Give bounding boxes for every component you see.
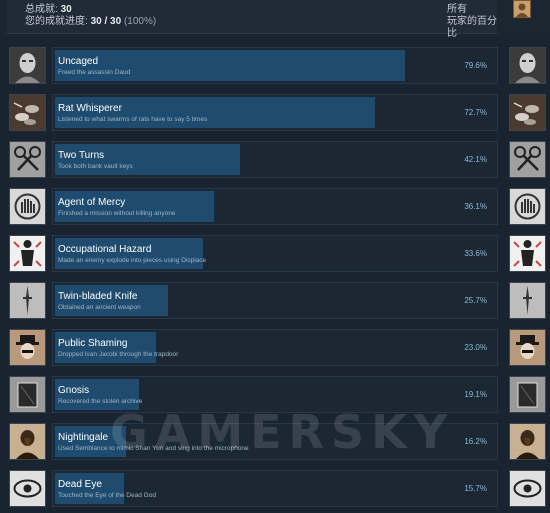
archive-book-icon — [9, 376, 46, 413]
achievement-panel: Dead Eye Touched the Eye of the Dead God 1… — [52, 470, 498, 507]
achievement-panel: Occupational Hazard Made an enemy explode… — [52, 235, 498, 272]
achievement-global-percent: 36.1% — [464, 202, 487, 211]
knife-icon — [509, 282, 546, 319]
total-achievements-line: 总成就: 30 — [25, 4, 156, 16]
exploding-man-icon — [9, 235, 46, 272]
rats-icon — [509, 94, 546, 131]
achievement-row[interactable]: Dead Eye Touched the Eye of the Dead God 1… — [0, 470, 550, 513]
achievement-title: Gnosis — [58, 385, 90, 396]
achievement-panel: Two Turns Took both bank vault keys 42.1% — [52, 141, 498, 178]
achievement-title: Occupational Hazard — [58, 244, 152, 255]
achievement-row[interactable]: Occupational Hazard Made an enemy explode… — [0, 235, 550, 278]
summary-header: 总成就: 30 您的成就进度: 30 / 30 (100%) 所有 玩家的百分比 — [0, 0, 550, 39]
achievement-row[interactable]: Uncaged Freed the assassin Daud 79.6% — [0, 47, 550, 90]
achievement-row[interactable]: Agent of Mercy Finished a mission without… — [0, 188, 550, 231]
achievement-description: Finished a mission without killing anyon… — [58, 210, 176, 217]
achievement-description: Dropped Ivan Jacobi through the trapdoor — [58, 351, 179, 358]
global-header-line1: 所有 — [447, 4, 467, 15]
achievement-global-percent: 19.1% — [464, 390, 487, 399]
singer-icon — [9, 423, 46, 460]
daud-face-icon — [9, 47, 46, 84]
achievement-panel: Agent of Mercy Finished a mission without… — [52, 188, 498, 225]
singer-icon — [509, 423, 546, 460]
progress-value: 30 / 30 — [90, 16, 122, 27]
mercy-hand-icon — [9, 188, 46, 225]
achievement-title: Rat Whisperer — [58, 103, 122, 114]
achievement-row[interactable]: Rat Whisperer Listened to what swarms of … — [0, 94, 550, 137]
keys-icon — [509, 141, 546, 178]
achievement-title: Agent of Mercy — [58, 197, 126, 208]
total-label: 总成就: — [25, 4, 58, 15]
achievement-global-percent: 16.2% — [464, 437, 487, 446]
achievement-title: Uncaged — [58, 56, 99, 67]
summary-stats: 总成就: 30 您的成就进度: 30 / 30 (100%) — [25, 4, 156, 28]
achievement-row[interactable]: Twin-bladed Knife Obtained an ancient wea… — [0, 282, 550, 325]
global-header-line2: 玩家的百分比 — [447, 16, 497, 39]
achievement-global-percent: 33.6% — [464, 249, 487, 258]
achievement-description: Made an enemy explode into pieces using … — [58, 257, 207, 264]
achievement-row[interactable]: Public Shaming Dropped Ivan Jacobi throug… — [0, 329, 550, 372]
eye-icon — [9, 470, 46, 507]
daud-face-icon — [509, 47, 546, 84]
knife-icon — [9, 282, 46, 319]
exploding-man-icon — [509, 235, 546, 272]
achievement-row[interactable]: Two Turns Took both bank vault keys 42.1% — [0, 141, 550, 184]
achievement-global-percent: 79.6% — [464, 61, 487, 70]
hat-man-icon — [509, 329, 546, 366]
achievement-global-percent: 15.7% — [464, 484, 487, 493]
watermark: GAMERSKY — [110, 405, 455, 459]
progress-percent: (100%) — [123, 16, 157, 27]
eye-icon — [509, 470, 546, 507]
achievement-panel: Uncaged Freed the assassin Daud 79.6% — [52, 47, 498, 84]
achievement-title: Twin-bladed Knife — [58, 291, 138, 302]
achievement-description: Obtained an ancient weapon — [58, 304, 141, 311]
hat-man-icon — [9, 329, 46, 366]
progress-label: 您的成就进度: — [25, 16, 88, 27]
achievement-global-percent: 42.1% — [464, 155, 487, 164]
keys-icon — [9, 141, 46, 178]
achievement-description: Took both bank vault keys — [58, 163, 133, 170]
achievement-description: Listened to what swarms of rats have to … — [58, 116, 208, 123]
rats-icon — [9, 94, 46, 131]
achievement-description: Touched the Eye of the Dead God — [58, 492, 156, 499]
achievement-description: Freed the assassin Daud — [58, 69, 131, 76]
achievement-panel: Rat Whisperer Listened to what swarms of … — [52, 94, 498, 131]
achievement-title: Nightingale — [58, 432, 109, 443]
summary-box: 总成就: 30 您的成就进度: 30 / 30 (100%) 所有 玩家的百分比 — [7, 0, 497, 39]
total-value: 30 — [60, 4, 72, 15]
achievement-title: Public Shaming — [58, 338, 128, 349]
achievement-global-percent: 23.0% — [464, 343, 487, 352]
achievement-panel: Public Shaming Dropped Ivan Jacobi throug… — [52, 329, 498, 366]
achievement-title: Two Turns — [58, 150, 105, 161]
achievement-global-percent: 72.7% — [464, 108, 487, 117]
mercy-hand-icon — [509, 188, 546, 225]
progress-line: 您的成就进度: 30 / 30 (100%) — [25, 16, 156, 28]
achievement-title: Dead Eye — [58, 479, 102, 490]
achievement-global-percent: 25.7% — [464, 296, 487, 305]
archive-book-icon — [509, 376, 546, 413]
global-percent-header: 所有 玩家的百分比 — [447, 4, 497, 40]
achievement-panel: Twin-bladed Knife Obtained an ancient wea… — [52, 282, 498, 319]
user-avatar[interactable] — [513, 0, 531, 18]
